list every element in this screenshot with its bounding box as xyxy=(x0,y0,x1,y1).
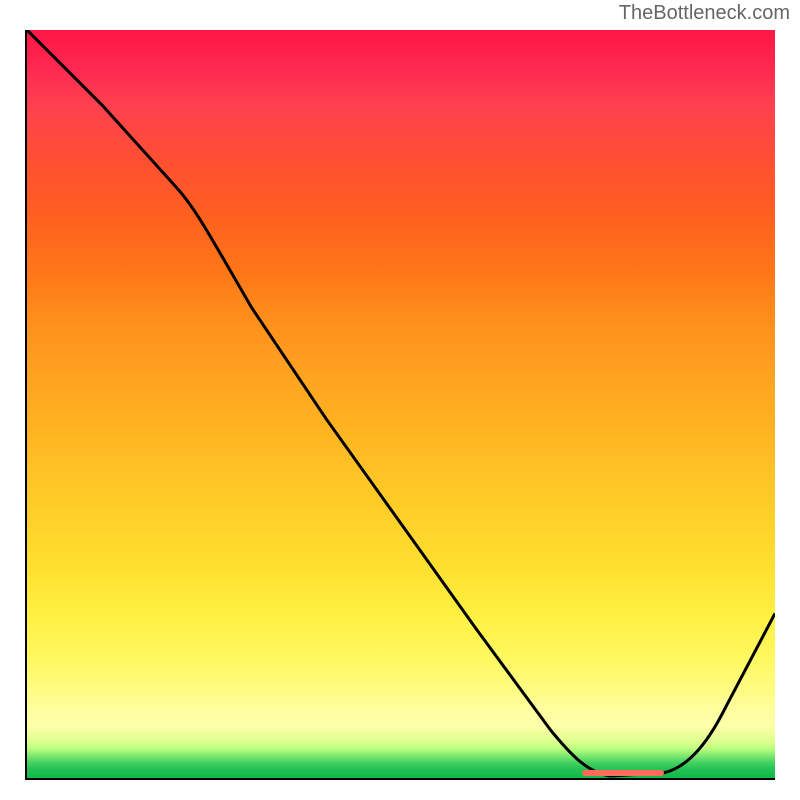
data-line xyxy=(27,30,775,776)
chart-container xyxy=(25,30,775,780)
watermark-text: TheBottleneck.com xyxy=(619,2,790,25)
optimal-marker xyxy=(582,770,664,776)
chart-line-svg xyxy=(27,30,775,778)
